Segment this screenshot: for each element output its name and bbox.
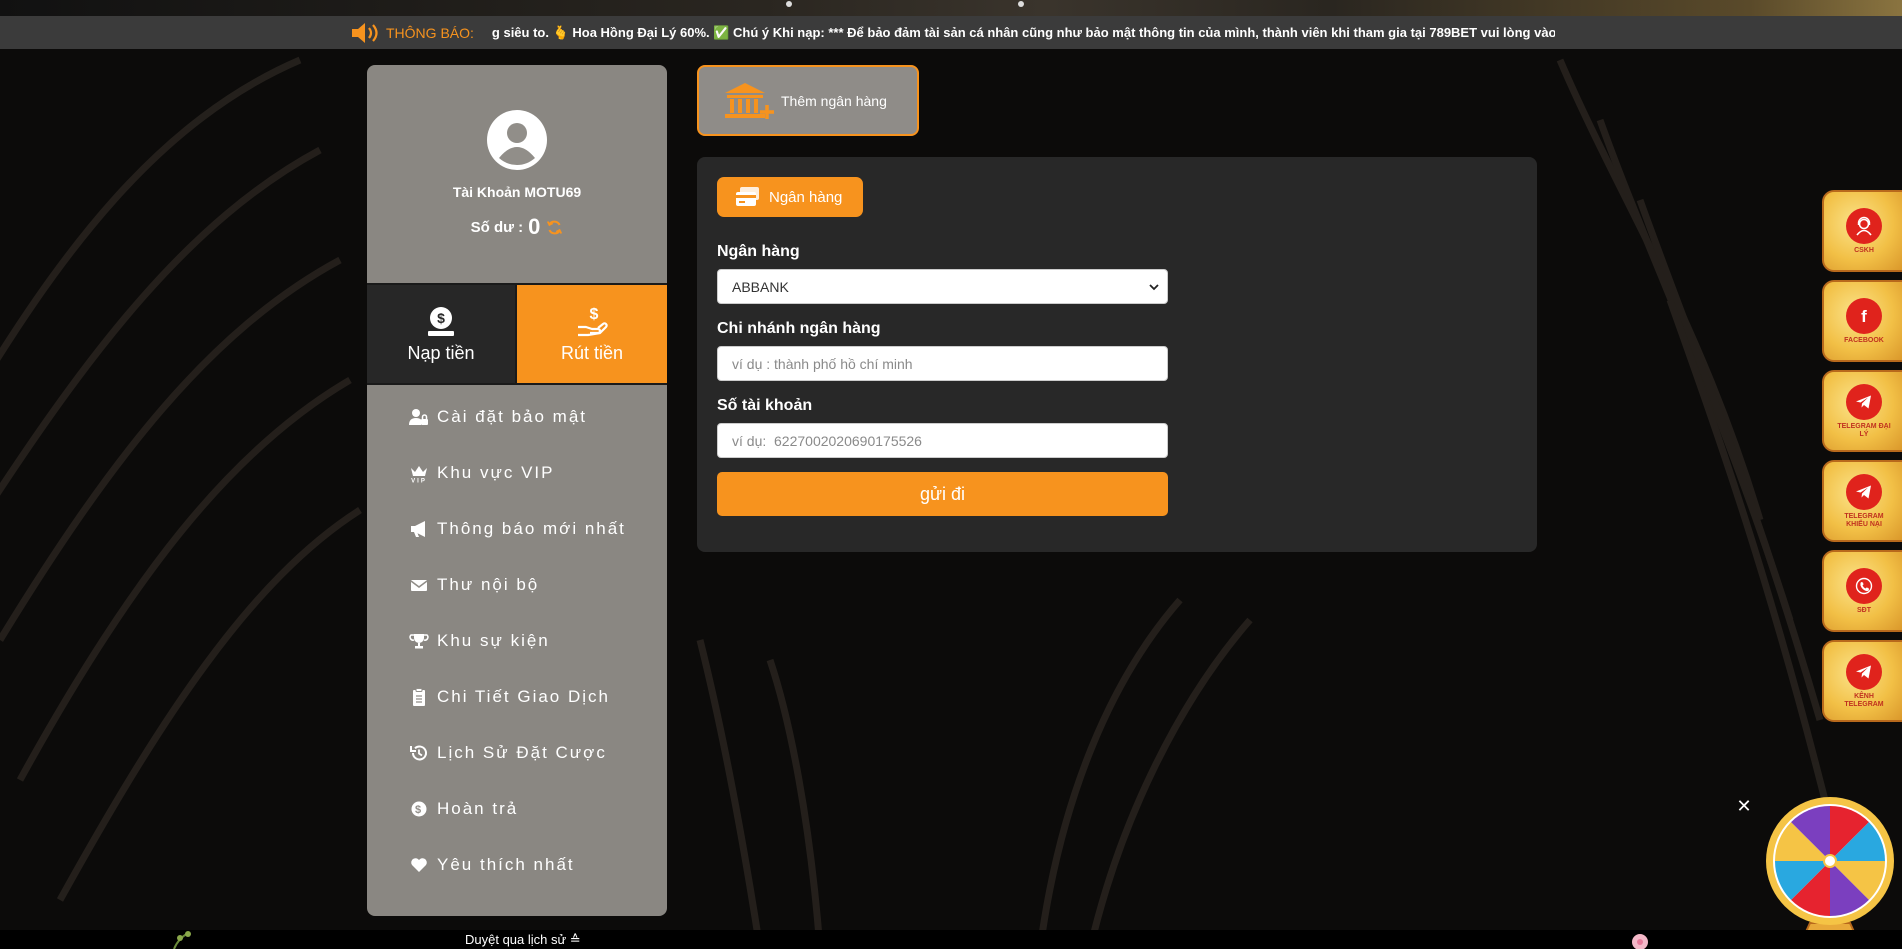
withdraw-label: Rút tiền [560, 342, 624, 363]
wheel-close-icon[interactable]: ✕ [1735, 797, 1753, 815]
menu-item-bet-history[interactable]: Lịch Sử Đặt Cược [367, 725, 667, 781]
notice-label: THÔNG BÁO: [386, 24, 474, 41]
avatar-icon [487, 110, 547, 170]
balance-value: 0 [528, 214, 541, 239]
float-button-label: CSKH [1854, 246, 1874, 254]
browse-history-link[interactable]: Duyệt qua lịch sử ≙ [465, 932, 581, 948]
svg-text:$: $ [590, 306, 599, 323]
telegram-icon [1856, 485, 1871, 498]
menu-item-label: Thông báo mới nhất [437, 519, 626, 538]
add-bank-label: Thêm ngân hàng [781, 92, 887, 109]
bank-form-panel: Ngân hàng Ngân hàng ABBANK Chi nhánh ngâ… [697, 157, 1537, 552]
history-icon [410, 745, 427, 761]
balance-row: Số dư : 0 [471, 214, 564, 240]
float-button-label: FACEBOOK [1844, 336, 1884, 344]
hand-money-icon: $ [578, 306, 608, 336]
account-sidebar: Tài Khoản MOTU69 Số dư : 0 $ Nạp tiền $ [367, 65, 667, 916]
menu-item-label: Yêu thích nhất [437, 855, 575, 874]
add-bank-button[interactable]: Thêm ngân hàng [697, 65, 919, 136]
bank-select-label: Ngân hàng [717, 243, 800, 260]
dollar-circle-icon: $ [411, 801, 427, 817]
menu-item-rebate[interactable]: $ Hoàn trả [367, 781, 667, 837]
heart-icon [411, 858, 427, 872]
clipboard-icon [413, 688, 425, 706]
bank-select[interactable]: ABBANK [717, 269, 1168, 304]
credit-card-icon [736, 187, 759, 206]
svg-text:VIP: VIP [411, 479, 427, 484]
menu-item-label: Khu vực VIP [437, 463, 555, 482]
carousel-dot[interactable] [786, 1, 792, 7]
facebook-icon: f [1861, 307, 1867, 326]
floating-contact-buttons: CSKH f FACEBOOK TELEGRAM ĐẠI LÝ TELEGRAM… [1822, 190, 1902, 730]
megaphone-icon [411, 521, 425, 537]
menu-item-label: Cài đặt bảo mật [437, 407, 588, 426]
menu-item-label: Thư nội bộ [437, 575, 540, 594]
float-button-label: TELEGRAM ĐẠI LÝ [1837, 422, 1891, 438]
deposit-withdraw-tabs: $ Nạp tiền $ Rút tiền [367, 283, 667, 385]
vip-crown-icon: VIP [411, 466, 427, 484]
money-bag-icon: $ [428, 306, 454, 336]
menu-item-label: Lịch Sử Đặt Cược [437, 743, 607, 762]
svg-text:f: f [1861, 307, 1867, 326]
menu-item-favorites[interactable]: Yêu thích nhất [367, 837, 667, 893]
withdraw-button[interactable]: $ Rút tiền [517, 285, 667, 383]
account-number-label: Số tài khoản [717, 397, 813, 414]
telegram-icon [1856, 665, 1871, 678]
phone-icon [1855, 577, 1873, 594]
top-banner [0, 0, 1902, 16]
profile-card: Tài Khoản MOTU69 Số dư : 0 [367, 65, 667, 283]
menu-item-latest-news[interactable]: Thông báo mới nhất [367, 501, 667, 557]
float-button-label: SĐT [1857, 606, 1871, 614]
branch-input[interactable] [717, 346, 1168, 381]
float-button-label: TELEGRAM KHIẾU NẠI [1844, 512, 1884, 528]
menu-item-events[interactable]: Khu sự kiện [367, 613, 667, 669]
menu-item-inbox[interactable]: Thư nội bộ [367, 557, 667, 613]
menu-item-label: Khu sự kiện [437, 631, 550, 650]
telegram-icon [1856, 395, 1871, 408]
bank-select-value: ABBANK [732, 278, 789, 295]
account-menu: Cài đặt bảo mật VIP Khu vực VIP Thông bá… [367, 385, 667, 893]
svg-text:$: $ [437, 310, 445, 326]
menu-item-security-settings[interactable]: Cài đặt bảo mật [367, 389, 667, 445]
account-number-input[interactable] [717, 423, 1168, 458]
float-button-telegram-channel[interactable]: KÊNH TELEGRAM [1822, 640, 1902, 722]
menu-item-transaction-details[interactable]: Chi Tiết Giao Dịch [367, 669, 667, 725]
chevron-down-icon [1149, 283, 1159, 290]
speaker-icon [352, 22, 378, 43]
balance-label: Số dư : [470, 218, 524, 236]
account-name: Tài Khoản MOTU69 [452, 184, 582, 200]
menu-item-label: Hoàn trả [437, 799, 519, 818]
user-lock-icon [409, 409, 428, 425]
support-agent-icon [1856, 216, 1872, 236]
deposit-button[interactable]: $ Nạp tiền [367, 285, 517, 383]
submit-button[interactable]: gửi đi [717, 472, 1168, 516]
float-button-phone[interactable]: SĐT [1822, 550, 1902, 632]
bottom-bar: Duyệt qua lịch sử ≙ [0, 930, 1902, 949]
deposit-label: Nạp tiền [407, 342, 475, 363]
bank-add-icon [725, 82, 774, 119]
plant-decoration-icon [173, 931, 191, 949]
notice-bar: THÔNG BÁO: g siêu to. 🫰 Hoa Hồng Đại Lý … [0, 16, 1902, 49]
menu-item-label: Chi Tiết Giao Dịch [437, 687, 610, 706]
svg-text:$: $ [415, 804, 423, 816]
lucky-wheel[interactable] [1764, 795, 1896, 949]
trophy-icon [409, 634, 429, 649]
float-button-telegram-agent[interactable]: TELEGRAM ĐẠI LÝ [1822, 370, 1902, 452]
carousel-dot[interactable] [1018, 1, 1024, 7]
branch-label: Chi nhánh ngân hàng [717, 320, 881, 337]
float-button-cskh[interactable]: CSKH [1822, 190, 1902, 272]
refresh-icon[interactable] [546, 219, 563, 236]
notice-marquee-text: g siêu to. 🫰 Hoa Hồng Đại Lý 60%. ✅ Chú … [491, 24, 1555, 40]
tab-bank[interactable]: Ngân hàng [717, 177, 863, 217]
envelope-icon [410, 580, 428, 591]
float-button-label: KÊNH TELEGRAM [1844, 692, 1884, 708]
menu-item-vip[interactable]: VIP Khu vực VIP [367, 445, 667, 501]
float-button-facebook[interactable]: f FACEBOOK [1822, 280, 1902, 362]
tab-bank-label: Ngân hàng [769, 188, 843, 206]
flower-decoration-icon [1632, 934, 1648, 949]
float-button-telegram-complaint[interactable]: TELEGRAM KHIẾU NẠI [1822, 460, 1902, 542]
